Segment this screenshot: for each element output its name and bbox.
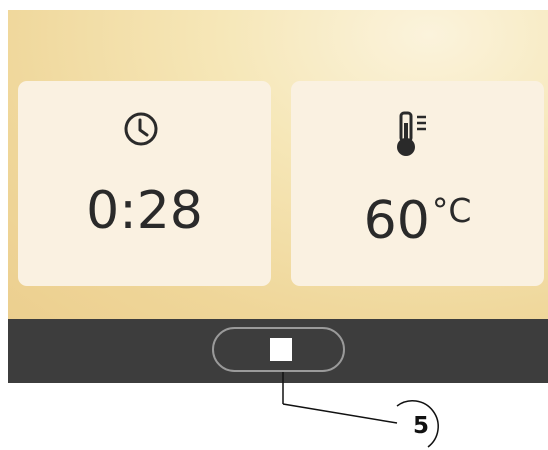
callout-label: 5 [412,413,429,439]
callout-leader [282,372,439,448]
